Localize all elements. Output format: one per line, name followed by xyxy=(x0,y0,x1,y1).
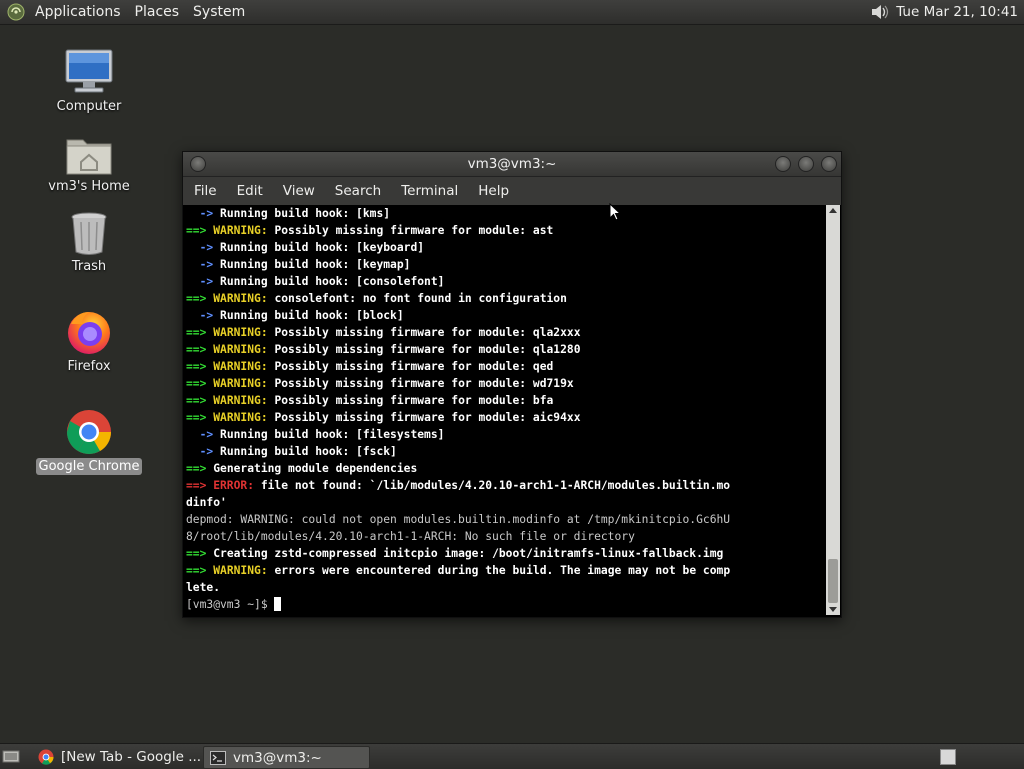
terminal-line: -> Running build hook: [keyboard] xyxy=(199,241,425,254)
terminal-line: -> Running build hook: [fsck] xyxy=(199,445,397,458)
scroll-down-arrow-icon[interactable] xyxy=(829,607,837,612)
terminal-line: ==> Generating module dependencies xyxy=(186,462,418,475)
terminal-output[interactable]: -> Running build hook: [kms] ==> WARNING:… xyxy=(184,205,827,615)
volume-icon[interactable] xyxy=(868,1,890,23)
scroll-up-arrow-icon[interactable] xyxy=(829,208,837,213)
terminal-line: -> Running build hook: [kms] xyxy=(199,207,391,220)
taskbar-item-label: [New Tab - Google ... xyxy=(61,748,202,765)
menu-view[interactable]: View xyxy=(273,177,325,205)
desktop-icon-firefox[interactable]: Firefox xyxy=(34,306,144,375)
menu-terminal[interactable]: Terminal xyxy=(391,177,468,205)
firefox-icon xyxy=(61,306,117,356)
window-titlebar[interactable]: vm3@vm3:~ xyxy=(183,152,841,177)
terminal-line: [vm3@vm3 ~]$ xyxy=(186,596,827,613)
menu-search[interactable]: Search xyxy=(325,177,391,205)
terminal-line: ==> Creating zstd-compressed initcpio im… xyxy=(186,547,724,560)
terminal-line: -> Running build hook: [block] xyxy=(199,309,404,322)
terminal-menubar: File Edit View Search Terminal Help xyxy=(183,177,841,205)
taskbar-item-label: vm3@vm3:~ xyxy=(233,749,322,766)
terminal-line: ==> WARNING: Possibly missing firmware f… xyxy=(186,326,581,339)
terminal-line: ==> WARNING: errors were encountered dur… xyxy=(186,564,731,577)
terminal-line: depmod: WARNING: could not open modules.… xyxy=(186,513,731,526)
window-menu-button[interactable] xyxy=(190,156,206,172)
chrome-icon xyxy=(38,749,54,765)
window-title: vm3@vm3:~ xyxy=(467,156,557,172)
workspace-switcher[interactable] xyxy=(940,749,956,765)
terminal-line: ==> WARNING: consolefont: no font found … xyxy=(186,292,567,305)
places-menu[interactable]: Places xyxy=(128,0,187,24)
desktop-icon-computer[interactable]: Computer xyxy=(34,46,144,115)
desktop-icon-label: Firefox xyxy=(67,359,111,374)
show-desktop-icon[interactable] xyxy=(2,747,20,765)
terminal-line: ==> WARNING: Possibly missing firmware f… xyxy=(186,394,554,407)
computer-icon xyxy=(61,46,117,96)
maximize-button[interactable] xyxy=(798,156,814,172)
desktop-icon-trash[interactable]: Trash xyxy=(34,206,144,275)
terminal-line: ==> WARNING: Possibly missing firmware f… xyxy=(186,377,574,390)
desktop-icon-label: Computer xyxy=(56,99,122,114)
desktop-icon-home[interactable]: vm3's Home xyxy=(34,126,144,195)
menu-help[interactable]: Help xyxy=(468,177,519,205)
desktop-icon-label: Google Chrome xyxy=(35,458,143,475)
desktop-icon-chrome[interactable]: Google Chrome xyxy=(34,406,144,475)
system-menu[interactable]: System xyxy=(186,0,252,24)
menu-edit[interactable]: Edit xyxy=(227,177,273,205)
desktop-icon-label: Trash xyxy=(71,259,107,274)
terminal-window[interactable]: vm3@vm3:~ File Edit View Search Terminal… xyxy=(182,151,842,618)
menu-file[interactable]: File xyxy=(183,177,227,205)
terminal-line: ==> WARNING: Possibly missing firmware f… xyxy=(186,360,554,373)
bottom-panel: [New Tab - Google ... vm3@vm3:~ xyxy=(0,743,1024,769)
taskbar-item-chrome[interactable]: [New Tab - Google ... xyxy=(32,746,204,767)
desktop-icon-label: vm3's Home xyxy=(48,179,130,194)
terminal-line: ==> WARNING: Possibly missing firmware f… xyxy=(186,343,581,356)
distro-logo-icon[interactable] xyxy=(6,2,26,22)
terminal-line: ==> ERROR: file not found: `/lib/modules… xyxy=(186,479,731,492)
terminal-scrollbar[interactable] xyxy=(826,205,840,615)
close-button[interactable] xyxy=(821,156,837,172)
applications-menu[interactable]: Applications xyxy=(28,0,128,24)
terminal-icon xyxy=(210,750,226,766)
terminal-line: dinfo' xyxy=(186,496,227,509)
terminal-line: -> Running build hook: [filesystems] xyxy=(199,428,445,441)
terminal-cursor xyxy=(274,597,282,611)
top-panel: Applications Places System Tue Mar 21, 1… xyxy=(0,0,1024,25)
taskbar-item-terminal[interactable]: vm3@vm3:~ xyxy=(203,746,370,769)
terminal-line: ==> WARNING: Possibly missing firmware f… xyxy=(186,224,554,237)
terminal-line: 8/root/lib/modules/4.20.10-arch1-1-ARCH:… xyxy=(186,530,635,543)
terminal-line: -> Running build hook: [consolefont] xyxy=(199,275,445,288)
terminal-line: lete. xyxy=(186,581,221,594)
clock[interactable]: Tue Mar 21, 10:41 xyxy=(896,4,1020,20)
mouse-pointer-icon xyxy=(609,202,622,225)
home-folder-icon xyxy=(61,126,117,176)
minimize-button[interactable] xyxy=(775,156,791,172)
chrome-icon xyxy=(61,406,117,456)
terminal-line: -> Running build hook: [keymap] xyxy=(199,258,411,271)
terminal-line: ==> WARNING: Possibly missing firmware f… xyxy=(186,411,581,424)
scrollbar-thumb[interactable] xyxy=(828,559,838,603)
trash-icon xyxy=(61,206,117,256)
